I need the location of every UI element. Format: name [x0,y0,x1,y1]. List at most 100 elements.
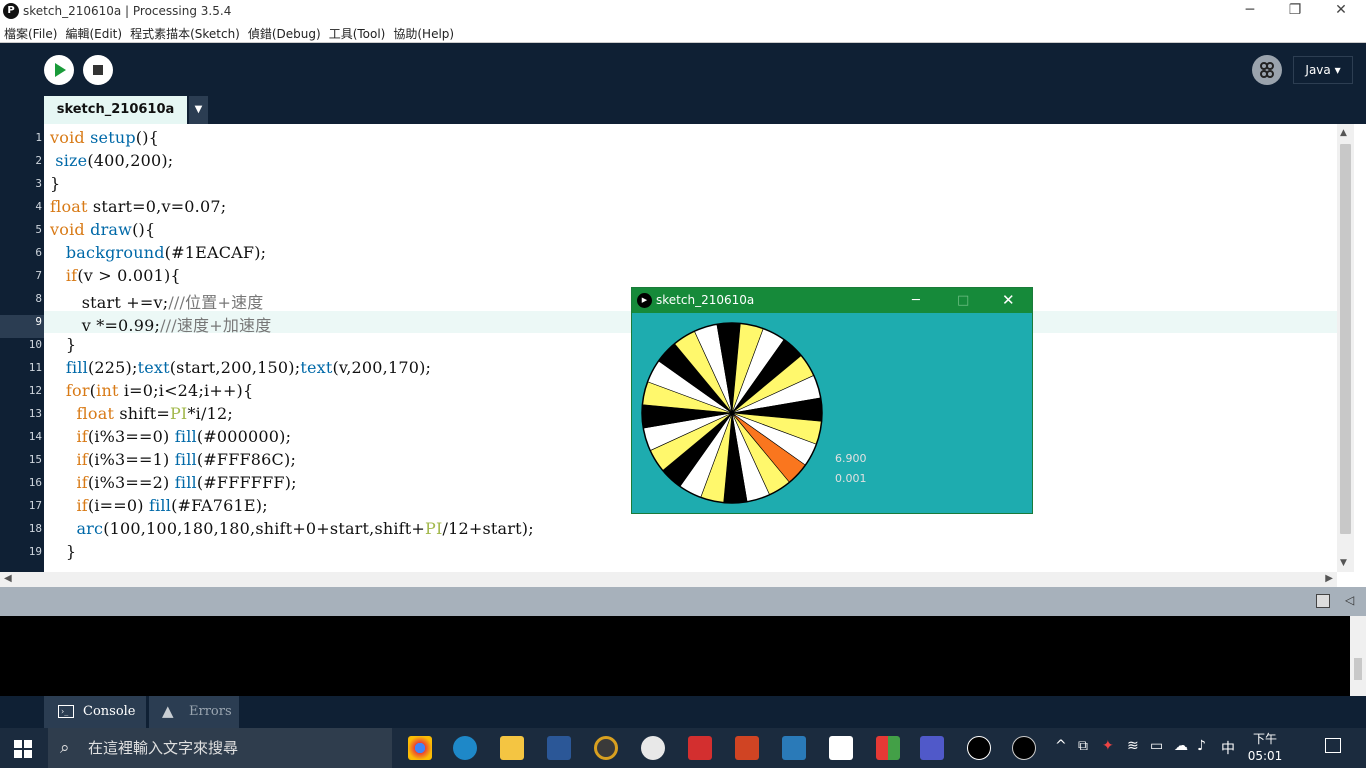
code-line: for(int i=0;i<24;i++){ [65,381,254,400]
code-line: background(#1EACAF); [65,243,267,262]
tab-console-label: Console [83,704,136,719]
cloud-icon[interactable]: ☁ [1174,738,1188,754]
tab-menu-button[interactable]: ▼ [189,96,208,124]
scroll-left-icon: ◀ [4,573,12,584]
tab-sketch[interactable]: sketch_210610a [44,96,187,124]
sketch-close-button[interactable]: ✕ [1002,288,1015,313]
close-button[interactable]: ✕ [1318,0,1364,23]
run-icon [55,63,66,77]
sketch-minimize-button[interactable]: ─ [912,288,920,313]
search-placeholder: 在這裡輸入文字來搜尋 [88,739,239,757]
edge-icon[interactable] [453,736,477,760]
debug-icon [1260,62,1274,78]
code-line: fill(225);text(start,200,150);text(v,200… [65,358,432,377]
menu-edit[interactable]: 編輯(Edit) [61,24,126,42]
code-line: float shift=PI*i/12; [76,404,233,423]
search-icon: ⌕ [60,738,70,758]
menu-tool[interactable]: 工具(Tool) [325,24,390,42]
tab-bar: sketch_210610a ▼ [0,96,1366,124]
media-player-icon[interactable] [594,736,618,760]
code-line: start +=v;///位置+速度 [50,293,264,312]
tray-overflow-icon[interactable]: ^ [1055,738,1067,754]
ime-indicator[interactable]: 中 [1221,738,1235,758]
line-number: 1 [35,131,42,144]
menu-help[interactable]: 協助(Help) [389,24,458,42]
menu-bar: 檔案(File) 編輯(Edit) 程式素描本(Sketch) 偵錯(Debug) 工具… [0,23,1366,43]
sketch-taskbar-icon[interactable] [1012,736,1036,760]
taskbar-search-box[interactable]: ⌕ 在這裡輸入文字來搜尋 [48,728,392,768]
window-title: sketch_210610a | Processing 3.5.4 [23,4,232,18]
scroll-right-icon: ▶ [1325,573,1333,584]
chrome-icon[interactable] [408,736,432,760]
line-number: 4 [35,200,42,213]
line-number: 14 [28,430,42,443]
battery-icon[interactable]: ▭ [1150,738,1163,754]
clock-time: 下午 05:01 [1247,732,1283,763]
editor-scroll-thumb[interactable] [1340,144,1351,534]
file-explorer-icon[interactable] [500,736,524,760]
taskbar-clock[interactable]: 下午 05:01 2021/6/10 [1240,731,1302,782]
code-line: v *=0.99;///速度+加速度 [50,316,272,335]
line-number: 2 [35,154,42,167]
line-number: 8 [35,292,42,305]
run-button[interactable] [44,55,74,85]
line-number: 9 [0,315,44,338]
line-number: 18 [28,522,42,535]
line-number: 17 [28,499,42,512]
menu-sketch[interactable]: 程式素描本(Sketch) [126,24,244,42]
volume-icon[interactable]: ♪ [1197,738,1206,754]
console-scroll-thumb[interactable] [1354,658,1362,680]
scroll-down-icon: ▼ [1340,558,1347,568]
window-title-bar: P sketch_210610a | Processing 3.5.4 ─ ❐ … [0,0,1366,23]
windows-start-icon[interactable] [14,740,32,758]
line-number: 7 [35,269,42,282]
code-line: } [50,542,77,561]
code-app-icon[interactable] [829,736,853,760]
app-icon-2[interactable] [688,736,712,760]
sketch-window[interactable]: ▶ sketch_210610a ─ □ ✕ 6.900 0.001 [631,287,1033,514]
sketch-maximize-button[interactable]: □ [957,288,969,313]
sketch-app-icon: ▶ [637,293,652,308]
processing-taskbar-icon[interactable] [967,736,991,760]
app-icon-4[interactable] [876,736,900,760]
powerpoint-icon[interactable] [735,736,759,760]
debug-button[interactable] [1252,55,1282,85]
editor-horizontal-scrollbar[interactable]: ◀ ▶ [0,572,1337,587]
code-line: } [50,174,61,193]
tab-console[interactable]: ›_ Console [44,696,146,728]
sketch-title: sketch_210610a [656,293,755,307]
app-icon-3[interactable] [782,736,806,760]
collapse-icon[interactable]: ◁ [1345,593,1354,607]
warning-icon: ▲ [162,702,174,720]
start-value-text: 6.900 [835,452,867,465]
menu-file[interactable]: 檔案(File) [0,24,61,42]
code-line: size(400,200); [55,151,174,170]
copy-console-icon[interactable] [1316,594,1330,608]
tab-errors[interactable]: ▲ Errors [149,696,239,728]
sketch-title-bar: ▶ sketch_210610a ─ □ ✕ [632,288,1032,313]
code-line: if(i%3==0) fill(#000000); [76,427,292,446]
word-icon[interactable] [547,736,571,760]
code-line: if(i%3==1) fill(#FFF86C); [76,450,297,469]
notification-icon[interactable] [1325,738,1341,753]
console-scrollbar[interactable] [1350,616,1366,696]
code-line: if(i==0) fill(#FA761E); [76,496,268,515]
stop-button[interactable] [83,55,113,85]
console-output[interactable] [0,616,1350,696]
minimize-button[interactable]: ─ [1227,0,1273,23]
tray-icon-1[interactable]: ⧉ [1078,738,1088,754]
teams-icon[interactable] [920,736,944,760]
menu-debug[interactable]: 偵錯(Debug) [244,24,325,42]
code-line: void setup(){ [50,128,160,147]
code-line: if(i%3==2) fill(#FFFFFF); [76,473,297,492]
wifi-icon[interactable]: ≋ [1127,738,1139,754]
line-number: 6 [35,246,42,259]
processing-app-icon: P [3,3,19,19]
app-icon-1[interactable] [641,736,665,760]
restore-button[interactable]: ❐ [1272,0,1318,23]
dropbox-icon[interactable]: ✦ [1102,738,1114,754]
code-line: } [50,335,77,354]
mode-select[interactable]: Java ▾ [1293,56,1353,84]
line-number: 13 [28,407,42,420]
line-number: 16 [28,476,42,489]
